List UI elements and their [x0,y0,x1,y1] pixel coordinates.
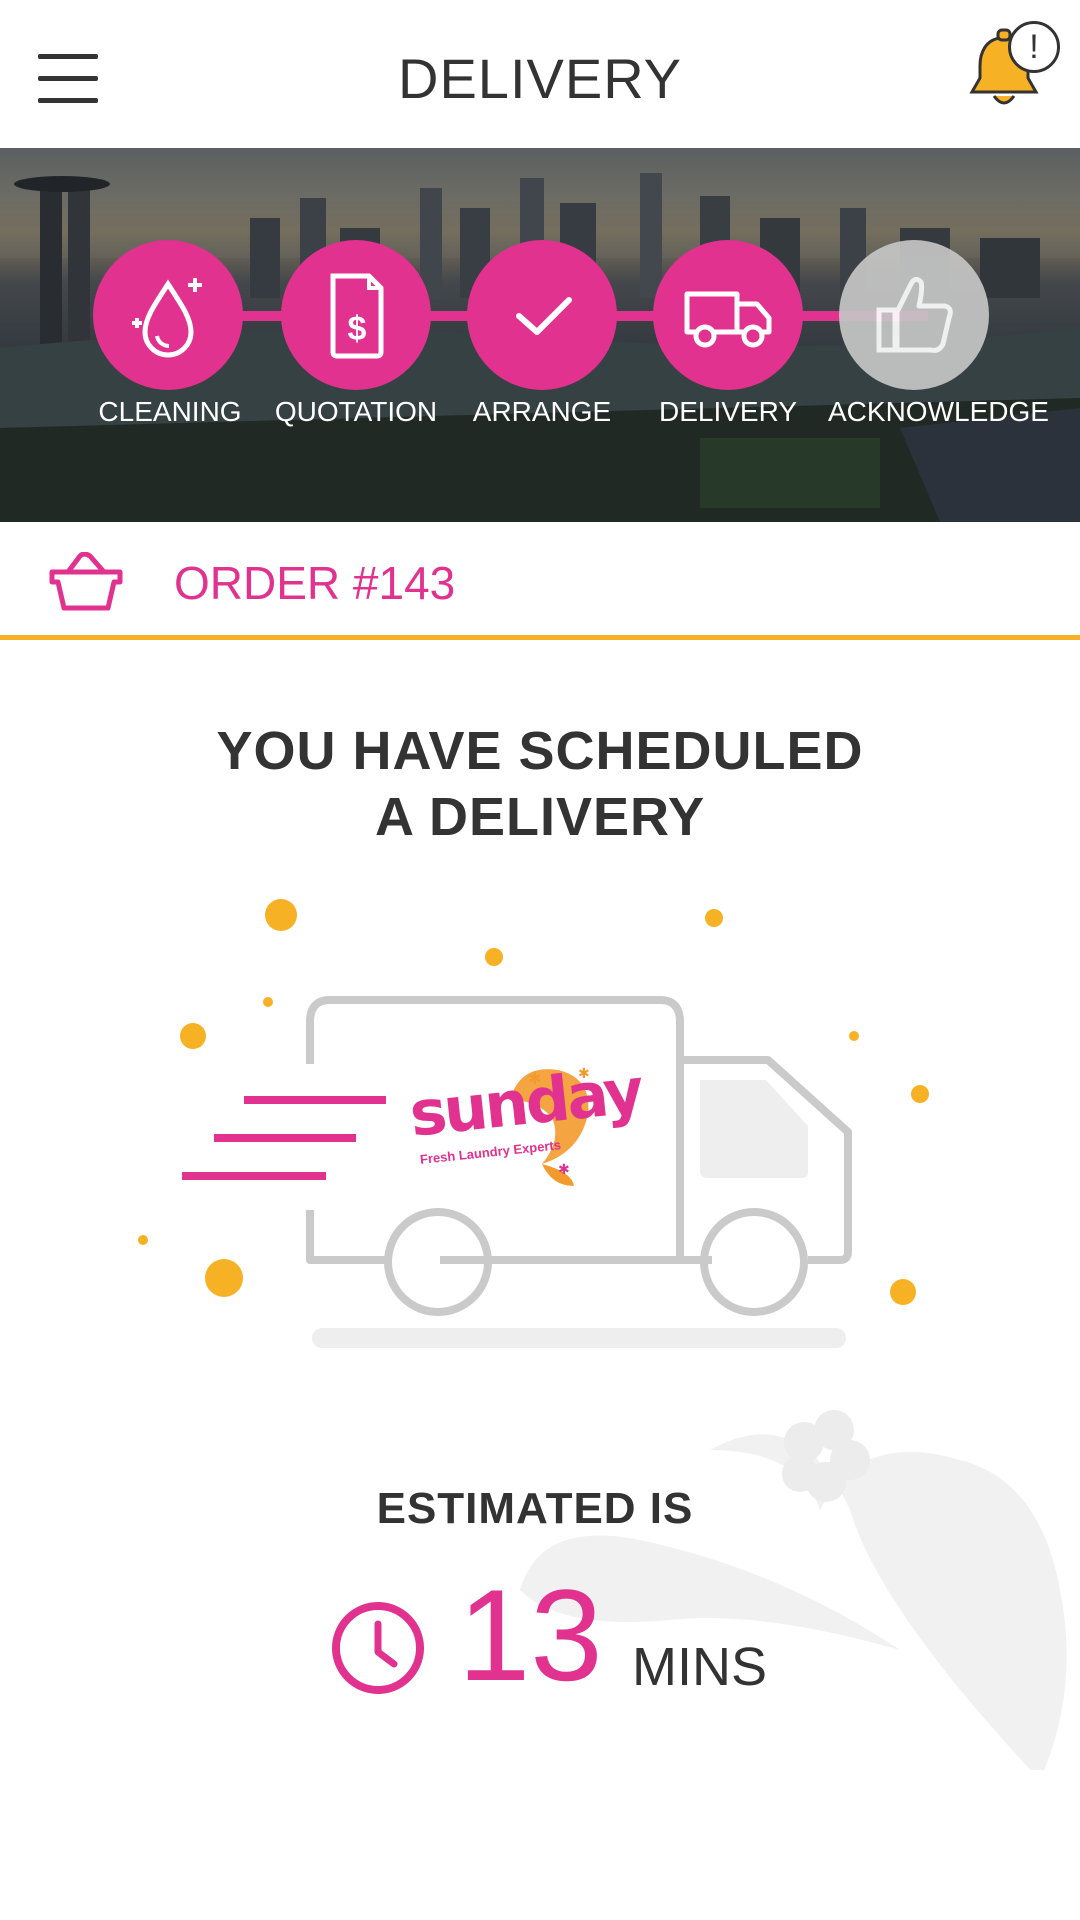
estimate-label: ESTIMATED IS [376,1484,694,1533]
step-acknowledge[interactable] [839,240,989,390]
clock-icon [332,1602,424,1694]
step-label-cleaning: CLEANING [98,396,242,427]
notification-button[interactable]: ! [958,18,1060,118]
decorative-splash [520,1410,1067,1770]
truck-wheel [700,1208,808,1316]
page-title: DELIVERY [398,47,682,110]
order-divider [0,635,1080,640]
truck-cargo-base [306,1210,390,1264]
checkmark-icon [516,297,572,335]
estimate-value: 13 [458,1562,603,1708]
step-label-delivery: DELIVERY [659,396,797,427]
confetti-dot [890,1279,916,1305]
confetti-dot [705,909,723,927]
water-drop-icon [132,278,202,358]
confetti-dot [138,1235,148,1245]
headline-line-2: A DELIVERY [374,787,706,847]
thumbs-up-icon [876,276,953,353]
confetti-dot [205,1259,243,1297]
app-header: DELIVERY ! [0,0,1080,148]
notification-badge: ! [1008,21,1060,73]
invoice-dollar-icon: $ [330,273,384,359]
step-cleaning[interactable] [93,240,243,390]
confetti-dot [263,997,273,1007]
step-quotation[interactable]: $ [281,240,431,390]
confetti-dot [485,948,503,966]
order-header[interactable]: ORDER #143 [0,522,1080,638]
confetti-dot [265,899,297,931]
truck-icon [684,291,772,348]
estimate-unit: MINS [632,1637,767,1697]
basket-icon [49,552,123,611]
step-label-acknowledge: ACKNOWLEDGE [828,396,1049,427]
hero-banner: CLEANING $ QUOTATION ARRANGE DELIVERY AC… [0,148,1080,522]
confetti-dot [849,1031,859,1041]
truck-window [700,1080,808,1178]
step-arrange[interactable] [467,240,617,390]
svg-text:$: $ [348,310,367,348]
confetti-dot [911,1085,929,1103]
step-label-quotation: QUOTATION [274,396,438,427]
brand-logo: ✱ ✱ ✱ sunday Fresh Laundry Experts [402,1054,644,1190]
schedule-headline: YOU HAVE SCHEDULED A DELIVERY [0,718,1080,850]
order-number: ORDER #143 [174,557,456,609]
svg-text:✱: ✱ [558,1162,570,1178]
confetti-dot [180,1023,206,1049]
headline-line-1: YOU HAVE SCHEDULED [216,721,864,781]
step-delivery[interactable] [653,240,803,390]
truck-shadow [312,1328,846,1348]
step-label-arrange: ARRANGE [472,396,612,427]
